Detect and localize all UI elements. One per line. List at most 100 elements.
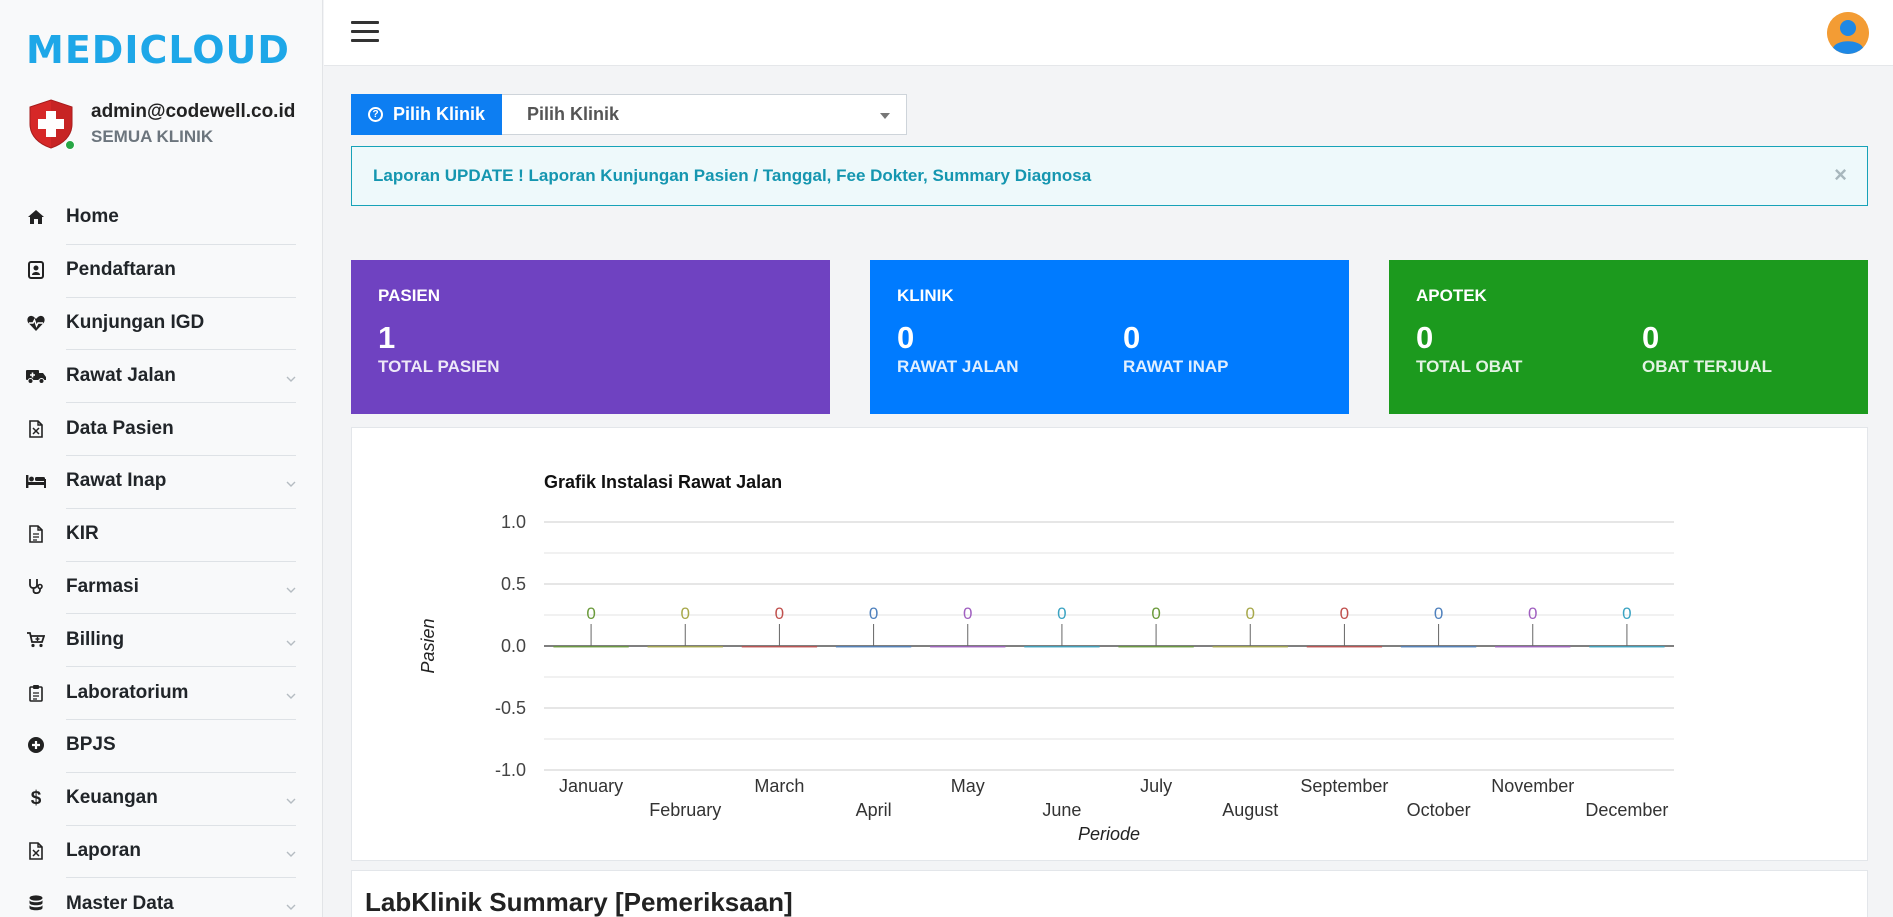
data-label: 0 xyxy=(1246,604,1255,623)
file-excel-icon xyxy=(26,841,46,861)
user-avatar xyxy=(26,98,76,150)
sidebar-item-label: KIR xyxy=(66,523,99,545)
close-icon[interactable]: × xyxy=(1834,164,1847,186)
menu-toggle-icon[interactable] xyxy=(351,21,379,43)
clinic-dropdown-value: Pilih Klinik xyxy=(527,104,620,124)
x-tick-label: July xyxy=(1140,776,1172,796)
sidebar-item-rawat-inap[interactable]: Rawat Inap xyxy=(26,455,296,509)
pilih-klinik-button[interactable]: ? Pilih Klinik xyxy=(351,94,503,135)
dollar-icon: $ xyxy=(26,788,46,808)
plus-circle-icon xyxy=(26,735,46,755)
data-label: 0 xyxy=(869,604,878,623)
sidebar-item-keuangan[interactable]: $ Keuangan xyxy=(26,772,296,826)
sidebar-item-label: Home xyxy=(66,206,119,228)
card-apotek: APOTEK 0 TOTAL OBAT 0 OBAT TERJUAL xyxy=(1389,260,1868,414)
y-axis-label: Pasien xyxy=(418,618,438,673)
obat-terjual-label: OBAT TERJUAL xyxy=(1642,357,1773,376)
chevron-down-icon xyxy=(286,582,296,593)
data-label: 0 xyxy=(586,604,595,623)
sidebar-item-label: BPJS xyxy=(66,734,116,756)
sidebar-item-label: Keuangan xyxy=(66,787,158,809)
database-icon xyxy=(26,894,46,914)
data-label: 0 xyxy=(1151,604,1160,623)
rawat-jalan-value: 0 xyxy=(897,320,915,355)
update-alert: Laporan UPDATE ! Laporan Kunjungan Pasie… xyxy=(351,146,1868,206)
y-tick-label: -0.5 xyxy=(495,698,526,718)
user-role: SEMUA KLINIK xyxy=(91,127,214,146)
sidebar-item-kir[interactable]: KIR xyxy=(26,508,296,562)
sidebar-item-label: Master Data xyxy=(66,892,174,914)
data-label: 0 xyxy=(775,604,784,623)
app-logo[interactable]: MEDICLOUD xyxy=(26,30,290,70)
clinic-dropdown[interactable]: Pilih Klinik xyxy=(502,94,908,135)
lab-summary-title: LabKlinik Summary [Pemeriksaan] xyxy=(365,887,793,917)
heartbeat-icon xyxy=(26,313,46,333)
sidebar-item-pendaftaran[interactable]: Pendaftaran xyxy=(26,244,296,298)
sidebar-item-laboratorium[interactable]: Laboratorium xyxy=(26,666,296,720)
sidebar-item-kunjungan-igd[interactable]: Kunjungan IGD xyxy=(26,297,296,351)
x-tick-label: June xyxy=(1042,800,1081,820)
sidebar-item-label: Farmasi xyxy=(66,575,139,597)
sidebar-nav: Home Pendaftaran Kunjungan IGD Rawat Jalan D… xyxy=(26,191,296,917)
bar-december xyxy=(1589,646,1665,648)
sidebar: MEDICLOUD admin@codewell.co.id SEMUA KLI… xyxy=(0,0,323,917)
sidebar-item-data-pasien[interactable]: Data Pasien xyxy=(26,402,296,456)
id-card-icon xyxy=(26,260,46,280)
online-status-dot xyxy=(65,140,75,150)
sidebar-item-farmasi[interactable]: Farmasi xyxy=(26,561,296,615)
bed-icon xyxy=(26,471,46,491)
stethoscope-icon xyxy=(26,577,46,597)
rawat-jalan-chart: Grafik Instalasi Rawat Jalan 1.0 0.5 0.0 -0.… xyxy=(418,472,1674,844)
bar-january xyxy=(553,646,629,648)
y-tick-label: 0.5 xyxy=(501,574,526,594)
y-tick-label: -1.0 xyxy=(495,760,526,780)
sidebar-item-rawat-jalan[interactable]: Rawat Jalan xyxy=(26,349,296,404)
sidebar-item-bpjs[interactable]: BPJS xyxy=(26,719,296,773)
y-tick-label: 0.0 xyxy=(501,636,526,656)
file-excel-icon xyxy=(26,419,46,439)
x-tick-label: April xyxy=(856,800,892,820)
data-label: 0 xyxy=(963,604,972,623)
user-email: admin@codewell.co.id xyxy=(91,101,296,122)
y-tick-label: 1.0 xyxy=(501,512,526,532)
x-tick-label: February xyxy=(649,800,721,820)
user-avatar-button[interactable] xyxy=(1827,12,1869,54)
sidebar-item-home[interactable]: Home xyxy=(26,191,296,245)
pilih-klinik-label: Pilih Klinik xyxy=(393,104,486,124)
rawat-inap-label: RAWAT INAP xyxy=(1123,357,1229,376)
card-pasien: PASIEN 1 TOTAL PASIEN xyxy=(351,260,830,414)
sidebar-item-label: Data Pasien xyxy=(66,417,174,439)
bar-october xyxy=(1400,646,1477,648)
obat-terjual-value: 0 xyxy=(1642,320,1660,355)
sidebar-item-laporan[interactable]: Laporan xyxy=(26,825,296,879)
bar-april xyxy=(835,646,912,648)
sidebar-item-label: Pendaftaran xyxy=(66,259,176,281)
data-label: 0 xyxy=(1057,604,1066,623)
chart-panel: Grafik Instalasi Rawat Jalan 1.0 0.5 0.0 -0.… xyxy=(351,427,1868,861)
bar-august xyxy=(1212,646,1288,648)
bar-march xyxy=(741,646,818,648)
rawat-inap-value: 0 xyxy=(1123,320,1141,355)
caret-down-icon xyxy=(880,113,891,119)
sidebar-item-label: Kunjungan IGD xyxy=(66,311,205,333)
sidebar-item-billing[interactable]: Billing xyxy=(26,613,296,668)
x-tick-label: January xyxy=(559,776,623,796)
sidebar-item-master-data[interactable]: Master Data xyxy=(26,877,296,917)
chevron-down-icon xyxy=(286,371,296,382)
sidebar-item-label: Billing xyxy=(66,628,125,650)
bar-june xyxy=(1024,646,1100,648)
card-klinik: KLINIK 0 RAWAT JALAN 0 RAWAT INAP xyxy=(870,260,1349,414)
x-tick-label: August xyxy=(1222,800,1278,820)
lab-summary-panel: LabKlinik Summary [Pemeriksaan] xyxy=(351,870,1868,917)
clinic-select-group: ? Pilih Klinik Pilih Klinik xyxy=(351,94,908,135)
bar-may xyxy=(930,646,1006,648)
alert-text: Laporan UPDATE ! Laporan Kunjungan Pasie… xyxy=(373,166,1092,185)
user-panel: admin@codewell.co.id SEMUA KLINIK xyxy=(26,98,295,150)
bar-february xyxy=(647,646,723,648)
logo-text: MEDICLOUD xyxy=(26,28,290,72)
x-axis-label: Periode xyxy=(1078,824,1140,844)
question-circle-icon: ? xyxy=(368,107,383,122)
x-tick-label: May xyxy=(951,776,985,796)
data-label: 0 xyxy=(1340,604,1349,623)
chevron-down-icon xyxy=(286,476,296,488)
